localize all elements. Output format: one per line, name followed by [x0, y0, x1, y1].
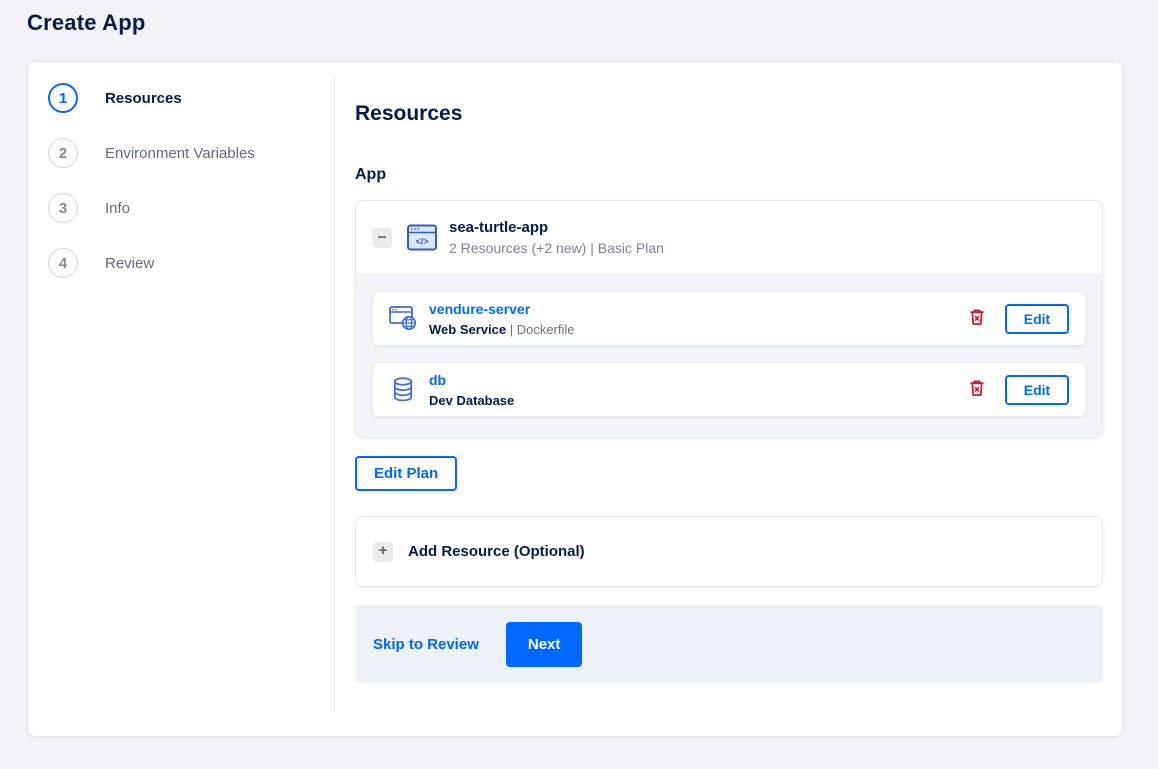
edit-resource-button[interactable]: Edit	[1005, 374, 1069, 405]
step-number-badge: 2	[48, 138, 78, 168]
step-content: Resources App − </> sea-turtle-app 2 Res…	[334, 62, 1103, 736]
app-header-texts: sea-turtle-app 2 Resources (+2 new) | Ba…	[449, 219, 664, 256]
resource-kind: Dev Database	[429, 392, 515, 408]
resource-row-web-service: vendure-server Web Service | Dockerfile	[372, 291, 1086, 346]
skip-to-review-link[interactable]: Skip to Review	[373, 636, 479, 653]
trash-icon	[970, 380, 984, 399]
plus-icon: +	[373, 541, 393, 562]
step-number-badge: 1	[48, 83, 78, 113]
add-resource-card[interactable]: + Add Resource (Optional)	[355, 516, 1103, 587]
vertical-divider	[334, 76, 335, 712]
step-label: Resources	[105, 89, 182, 107]
step-review[interactable]: 4 Review	[48, 248, 334, 278]
app-group-header: − </> sea-turtle-app 2 Resources (+2 new…	[356, 201, 1102, 275]
delete-resource-button[interactable]	[968, 378, 986, 401]
step-label: Environment Variables	[105, 144, 255, 162]
delete-resource-button[interactable]	[968, 307, 986, 330]
collapse-button[interactable]: −	[372, 227, 392, 248]
resource-subtitle: Web Service | Dockerfile	[429, 322, 968, 337]
step-label: Review	[105, 254, 155, 272]
app-group-card: − </> sea-turtle-app 2 Resources (+2 new…	[355, 200, 1103, 438]
step-info[interactable]: 3 Info	[48, 193, 334, 223]
page-title: Create App	[27, 10, 146, 35]
app-window-icon: </>	[407, 224, 437, 251]
resource-name-link[interactable]: vendure-server	[429, 301, 530, 317]
next-button[interactable]: Next	[505, 621, 583, 667]
edit-plan-button[interactable]: Edit Plan	[355, 456, 458, 491]
resource-separator: |	[506, 321, 517, 337]
resource-kind: Web Service	[429, 321, 507, 337]
resource-subtitle: Dev Database	[429, 393, 968, 408]
minus-icon: −	[377, 228, 387, 246]
wizard-steps: 1 Resources 2 Environment Variables 3 In…	[28, 62, 334, 736]
step-number-badge: 4	[48, 248, 78, 278]
wizard-footer: Skip to Review Next	[355, 605, 1103, 683]
app-group-body: vendure-server Web Service | Dockerfile	[356, 275, 1102, 437]
resource-source: Dockerfile	[516, 321, 575, 337]
app-summary: 2 Resources (+2 new) | Basic Plan	[449, 240, 664, 256]
app-name: sea-turtle-app	[449, 219, 549, 236]
svg-text:</>: </>	[415, 237, 428, 247]
edit-resource-button[interactable]: Edit	[1005, 303, 1069, 334]
step-label: Info	[105, 199, 131, 217]
database-icon	[389, 377, 417, 402]
resource-texts: db Dev Database	[429, 372, 968, 408]
step-resources[interactable]: 1 Resources	[48, 83, 334, 113]
create-app-card: 1 Resources 2 Environment Variables 3 In…	[27, 61, 1123, 737]
content-heading: Resources	[355, 102, 463, 125]
resource-name-link[interactable]: db	[429, 372, 446, 388]
web-service-icon	[389, 306, 417, 331]
resource-texts: vendure-server Web Service | Dockerfile	[429, 301, 968, 337]
trash-icon	[970, 309, 984, 328]
step-environment-variables[interactable]: 2 Environment Variables	[48, 138, 334, 168]
add-resource-label: Add Resource (Optional)	[408, 543, 585, 560]
app-section-label: App	[355, 166, 387, 183]
resource-row-database: db Dev Database Edit	[372, 362, 1086, 417]
step-number-badge: 3	[48, 193, 78, 223]
